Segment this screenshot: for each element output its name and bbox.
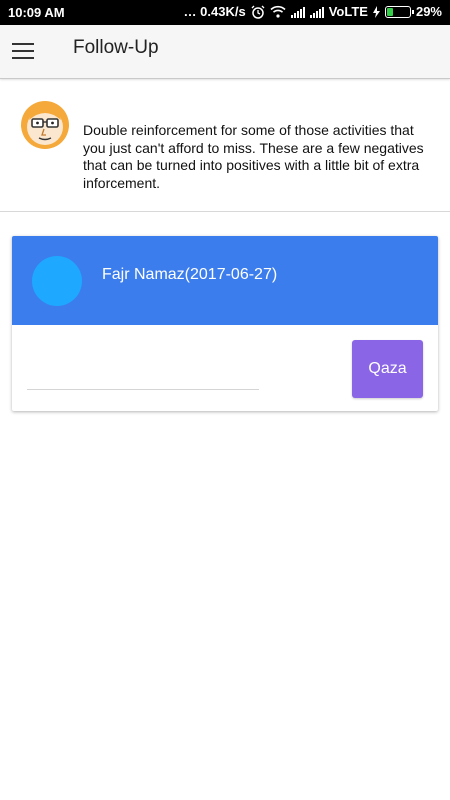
battery-fill xyxy=(386,7,394,16)
app-bar: Follow-Up xyxy=(0,25,450,79)
qaza-button[interactable]: Qaza xyxy=(352,340,423,398)
hamburger-menu-icon[interactable] xyxy=(12,42,34,60)
page-title: Follow-Up xyxy=(73,37,159,58)
card-header: Fajr Namaz(2017-06-27) xyxy=(12,236,438,325)
battery-icon xyxy=(384,5,414,18)
card-avatar-circle xyxy=(32,256,82,306)
card-title: Fajr Namaz(2017-06-27) xyxy=(102,266,278,283)
cartoon-face-icon xyxy=(21,101,69,149)
charging-icon xyxy=(372,5,380,18)
status-time: 10:09 AM xyxy=(8,5,65,20)
status-right-group: … 0.43K/s VoLTE 29% xyxy=(184,4,442,19)
wifi-icon xyxy=(270,5,286,18)
signal-icon xyxy=(290,6,305,18)
signal-icon xyxy=(309,6,324,18)
network-speed: … 0.43K/s xyxy=(183,4,246,19)
status-bar: 10:09 AM … 0.43K/s VoLTE 29% xyxy=(0,0,450,25)
alarm-icon xyxy=(251,5,265,19)
network-type: VoLTE xyxy=(328,4,368,19)
follow-up-input[interactable] xyxy=(27,368,259,390)
follow-up-card: Fajr Namaz(2017-06-27) Qaza xyxy=(12,236,438,411)
intro-section: Double reinforcement for some of those a… xyxy=(0,80,450,212)
battery-percent: 29% xyxy=(415,4,442,19)
intro-description: Double reinforcement for some of those a… xyxy=(83,122,424,191)
